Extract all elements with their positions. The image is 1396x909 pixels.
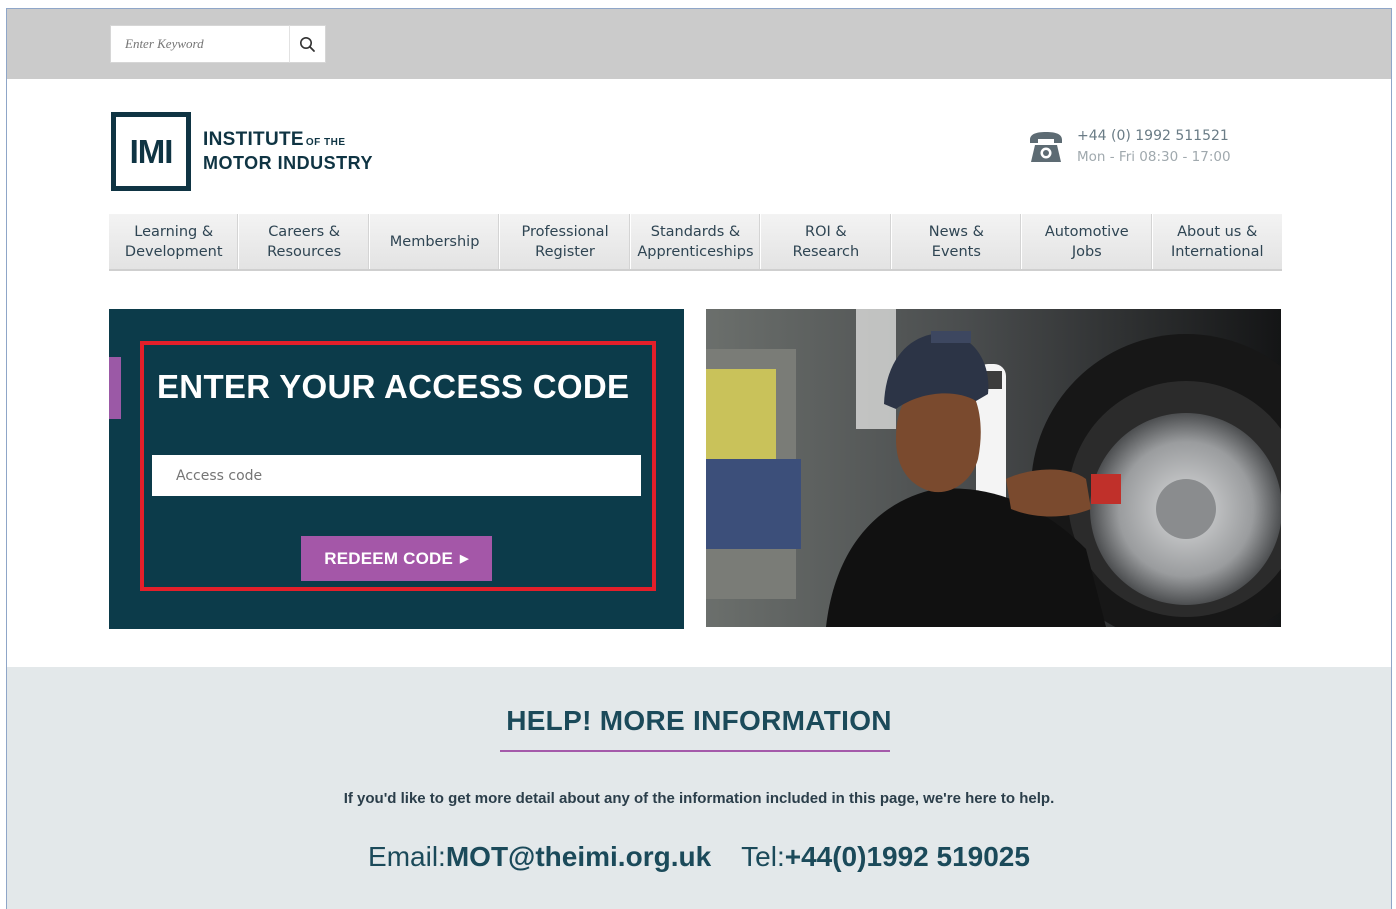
nav-label: Automotive Jobs (1044, 223, 1129, 260)
nav-label: Research (792, 243, 860, 260)
search-button[interactable] (289, 25, 326, 63)
nav-label: Resources (267, 243, 342, 260)
nav-label: International (1170, 243, 1264, 260)
nav-item-news-events[interactable]: News & Events (892, 214, 1023, 269)
redeem-code-button[interactable]: REDEEM CODE ▶ (301, 536, 492, 581)
access-code-input[interactable] (152, 455, 641, 496)
tel-link[interactable]: +44(0)1992 519025 (785, 841, 1030, 872)
nav-item-standards-apprenticeships[interactable]: Standards & Apprenticeships (631, 214, 762, 269)
logo-line1-small: OF THE (305, 137, 346, 148)
nav-item-roi-research[interactable]: ROI & Research (761, 214, 892, 269)
nav-label: Events (931, 243, 981, 260)
logo-line2: MOTOR INDUSTRY (203, 153, 374, 173)
logo-wordmark: INSTITUTE OF THE MOTOR INDUSTRY (203, 129, 374, 174)
help-section: HELP! MORE INFORMATION If you'd like to … (7, 667, 1391, 909)
nav-label: Apprenticeships (637, 243, 754, 260)
access-code-title: ENTER YOUR ACCESS CODE (157, 368, 630, 405)
nav-label: Careers & (268, 223, 341, 240)
nav-label: Membership (389, 233, 480, 250)
redeem-code-label: REDEEM CODE (324, 548, 454, 568)
nav-item-careers-resources[interactable]: Careers & Resources (239, 214, 370, 269)
nav-item-membership[interactable]: Membership (370, 214, 501, 269)
tel-label: Tel: (741, 841, 785, 872)
help-contact-line: Email:MOT@theimi.org.uk Tel:+44(0)1992 51… (7, 841, 1391, 873)
imi-logo[interactable]: IMI INSTITUTE OF THE MOTOR INDUSTRY (111, 112, 373, 191)
nav-label: News & (928, 223, 984, 240)
nav-label: Register (535, 243, 595, 260)
email-label: Email: (368, 841, 446, 872)
access-code-panel: ENTER YOUR ACCESS CODE REDEEM CODE ▶ (109, 309, 684, 629)
search-icon (300, 36, 315, 52)
nav-item-learning-development[interactable]: Learning & Development (109, 214, 240, 269)
accent-tab (109, 357, 121, 419)
nav-item-about-international[interactable]: About us & International (1153, 214, 1282, 269)
help-title: HELP! MORE INFORMATION (506, 705, 892, 736)
caret-right-icon: ▶ (460, 553, 469, 565)
header-phone[interactable]: +44 (0) 1992 511521 (1077, 126, 1231, 147)
page-frame: IMI INSTITUTEOF THE MOTOR INDUSTRY +44 (… (6, 8, 1392, 909)
nav-label: Professional (521, 223, 609, 240)
main-nav: Learning & Development Careers & Resources… (109, 214, 1282, 271)
nav-label: Development (124, 243, 223, 260)
top-bar (7, 9, 1391, 79)
logo-mark: IMI (111, 112, 191, 191)
header-contact: +44 (0) 1992 511521 Mon - Fri 08:30 - 17… (1027, 126, 1231, 168)
logo-line1: INSTITUTE (203, 129, 304, 150)
telephone-icon (1030, 132, 1062, 162)
nav-label: ROI & (805, 223, 847, 240)
help-title-underline (500, 750, 890, 752)
search-box[interactable] (110, 25, 290, 63)
mechanic-image (706, 309, 1281, 627)
mechanic-photo (706, 309, 1281, 627)
nav-item-professional-register[interactable]: Professional Register (500, 214, 631, 269)
nav-item-automotive-jobs[interactable]: Automotive Jobs (1022, 214, 1153, 269)
nav-label: About us & (1177, 223, 1258, 240)
nav-label: Learning & (134, 223, 214, 240)
email-link[interactable]: MOT@theimi.org.uk (446, 841, 711, 872)
help-description: If you'd like to get more detail about a… (343, 790, 1055, 807)
nav-label: Standards & (650, 223, 741, 240)
search-input[interactable] (111, 26, 289, 62)
header-hours: Mon - Fri 08:30 - 17:00 (1077, 149, 1231, 165)
